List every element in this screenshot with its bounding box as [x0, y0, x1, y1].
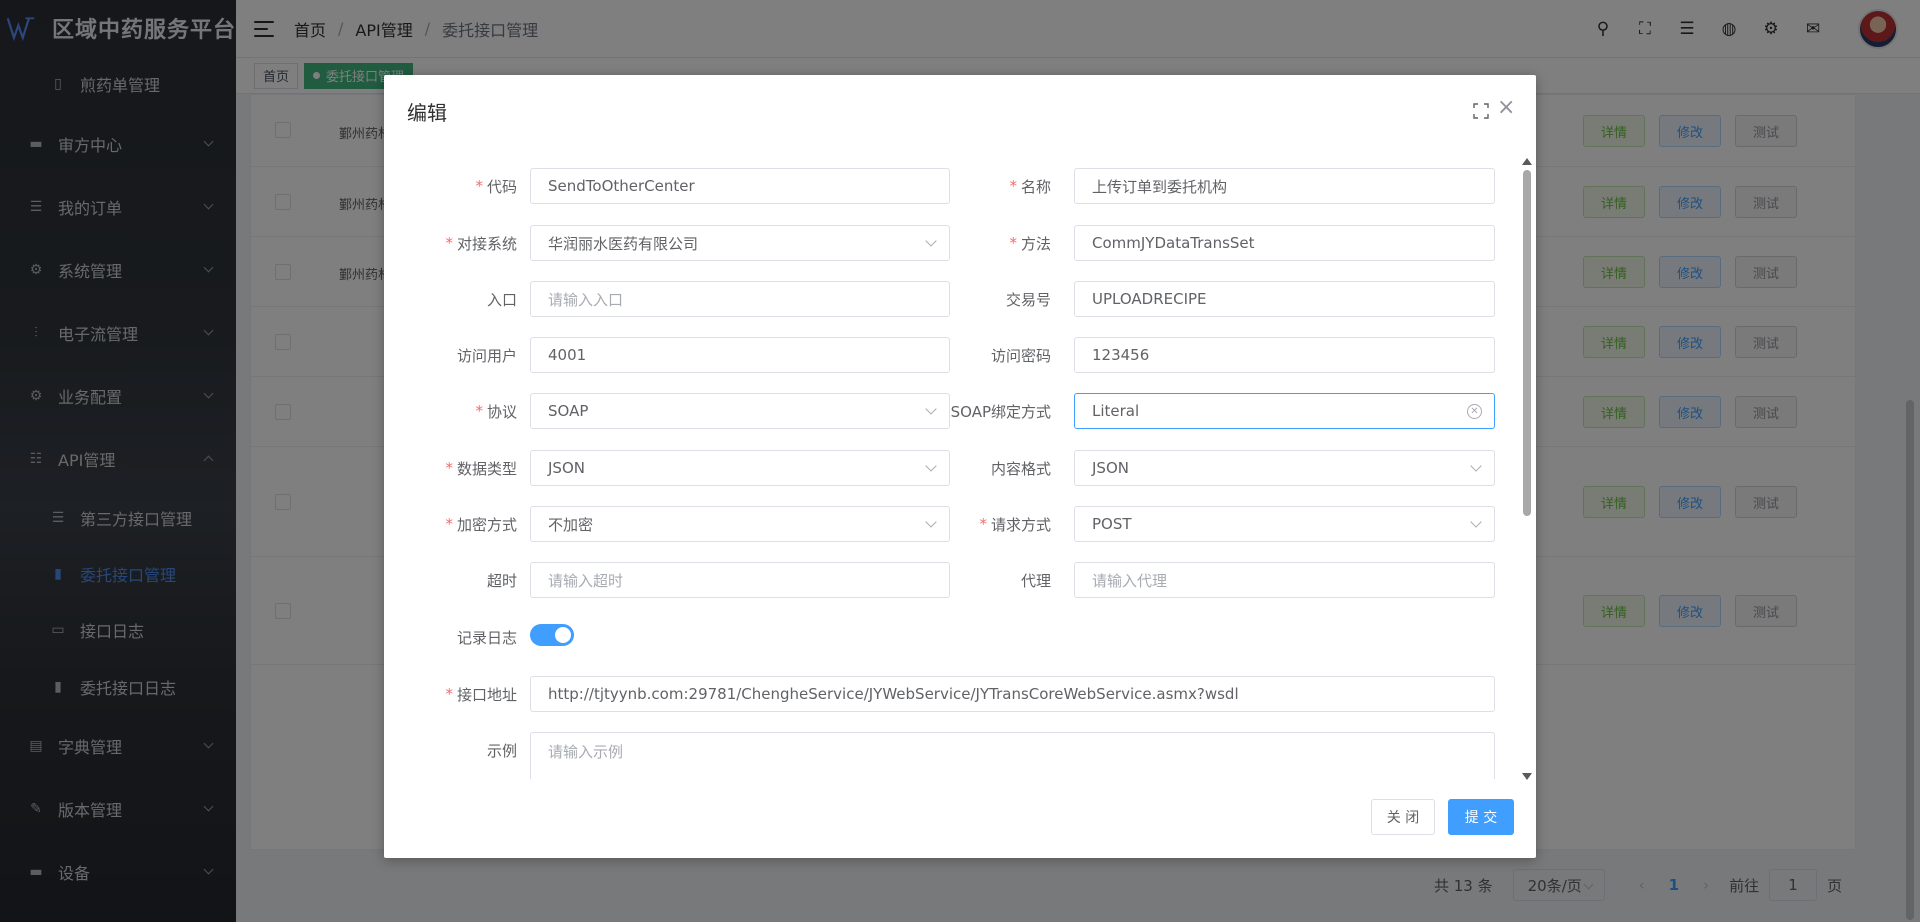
chevron-down-icon [1470, 460, 1482, 472]
form-scrollbar[interactable] [1522, 158, 1532, 780]
password-label: 访问密码 [990, 346, 1051, 365]
example-textarea[interactable]: 请输入示例 [530, 732, 1495, 779]
user-label: 访问用户 [456, 346, 517, 365]
trade-no-label: 交易号 [1005, 290, 1051, 309]
password-input[interactable]: 123456 [1074, 337, 1495, 373]
edit-dialog: 编辑 × * 代码 SendToOtherCenter * 名称 上传订单到委托机构… [384, 75, 1536, 858]
timeout-label: 超时 [486, 571, 517, 590]
system-label: * 对接系统 [445, 234, 517, 253]
method-input[interactable]: CommJYDataTransSet [1074, 225, 1495, 261]
soap-binding-label: SOAP绑定方式 [950, 402, 1051, 421]
name-label: * 名称 [1009, 177, 1051, 196]
encryption-select[interactable]: 不加密 [530, 506, 950, 542]
soap-binding-select[interactable]: Literal ✕ [1074, 393, 1495, 429]
entry-input[interactable]: 请输入入口 [530, 281, 950, 317]
code-label: * 代码 [475, 177, 517, 196]
protocol-label: * 协议 [475, 402, 517, 421]
clear-icon[interactable]: ✕ [1467, 404, 1482, 419]
close-button[interactable]: 关 闭 [1371, 799, 1435, 835]
request-method-select[interactable]: POST [1074, 506, 1495, 542]
timeout-input[interactable]: 请输入超时 [530, 562, 950, 598]
url-label: * 接口地址 [445, 685, 517, 704]
chevron-down-icon [1470, 516, 1482, 528]
url-input[interactable]: http://tjtyynb.com:29781/ChengheService/… [530, 676, 1495, 712]
chevron-down-icon [925, 516, 937, 528]
data-type-label: * 数据类型 [445, 459, 517, 478]
log-label: 记录日志 [456, 628, 517, 647]
close-icon[interactable]: × [1497, 97, 1515, 119]
submit-button[interactable]: 提 交 [1448, 799, 1514, 835]
content-format-label: 内容格式 [990, 459, 1051, 478]
chevron-down-icon [925, 460, 937, 472]
code-input[interactable]: SendToOtherCenter [530, 168, 950, 204]
scroll-down-icon[interactable] [1522, 773, 1532, 780]
trade-no-input[interactable]: UPLOADRECIPE [1074, 281, 1495, 317]
protocol-select[interactable]: SOAP [530, 393, 950, 429]
system-select[interactable]: 华润丽水医药有限公司 [530, 225, 950, 261]
entry-label: 入口 [486, 290, 517, 309]
data-type-select[interactable]: JSON [530, 450, 950, 486]
fullscreen-icon[interactable] [1473, 103, 1489, 119]
proxy-label: 代理 [1020, 571, 1051, 590]
chevron-down-icon [925, 235, 937, 247]
proxy-input[interactable]: 请输入代理 [1074, 562, 1495, 598]
request-method-label: * 请求方式 [979, 515, 1051, 534]
scrollbar-thumb[interactable] [1523, 170, 1531, 516]
name-input[interactable]: 上传订单到委托机构 [1074, 168, 1495, 204]
example-label: 示例 [486, 741, 517, 760]
encryption-label: * 加密方式 [445, 515, 517, 534]
chevron-down-icon [925, 403, 937, 415]
dialog-title: 编辑 [407, 101, 447, 125]
edit-form: * 代码 SendToOtherCenter * 名称 上传订单到委托机构 * 对接系… [384, 137, 1536, 779]
method-label: * 方法 [1009, 234, 1051, 253]
user-input[interactable]: 4001 [530, 337, 950, 373]
log-toggle[interactable] [530, 624, 574, 646]
scroll-up-icon[interactable] [1522, 158, 1532, 165]
content-format-select[interactable]: JSON [1074, 450, 1495, 486]
